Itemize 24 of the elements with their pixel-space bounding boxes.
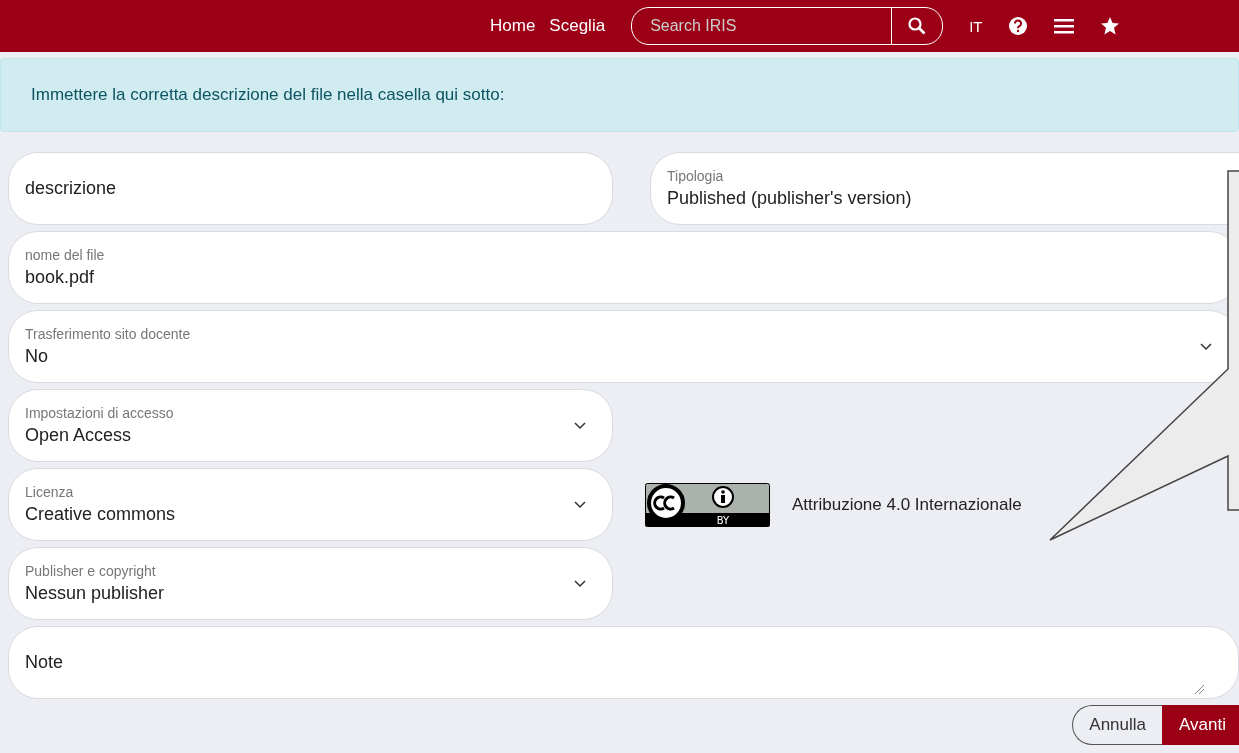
chevron-icon (574, 421, 586, 430)
chevron-icon (574, 579, 586, 588)
language-link[interactable]: IT (969, 17, 983, 35)
info-alert: Immettere la corretta descrizione del file nella casella qui sotto: (0, 58, 1239, 132)
input-field[interactable]: descrizione (8, 152, 613, 225)
select-field[interactable]: Impostazioni di accesso Open Access (8, 389, 613, 462)
license-name: Attribuzione 4.0 Internazionale (792, 494, 1022, 515)
select-field[interactable]: Licenza Creative commons (8, 468, 613, 541)
cc-by-badge-icon: BY (645, 482, 770, 527)
search-bar[interactable]: Search IRIS (631, 7, 944, 45)
chevron-icon (574, 500, 586, 509)
select-field[interactable]: Tipologia Published (publisher's version) (650, 152, 1239, 225)
help-icon[interactable] (1008, 16, 1029, 36)
search-icon[interactable] (908, 17, 927, 35)
next-button[interactable]: Avanti (1162, 705, 1239, 745)
search-field[interactable]: Search IRIS (632, 16, 892, 36)
select-field[interactable]: Publisher e copyright Nessun publisher (8, 547, 613, 620)
menu-icon[interactable] (1054, 18, 1075, 34)
nav-link[interactable]: Sceglia (549, 16, 606, 36)
resize-grip-icon[interactable] (1194, 684, 1204, 694)
nav-link[interactable]: Home (490, 16, 536, 36)
note-field[interactable]: Note (8, 626, 1239, 699)
star-icon[interactable] (1100, 16, 1121, 36)
chevron-icon (1200, 342, 1212, 351)
